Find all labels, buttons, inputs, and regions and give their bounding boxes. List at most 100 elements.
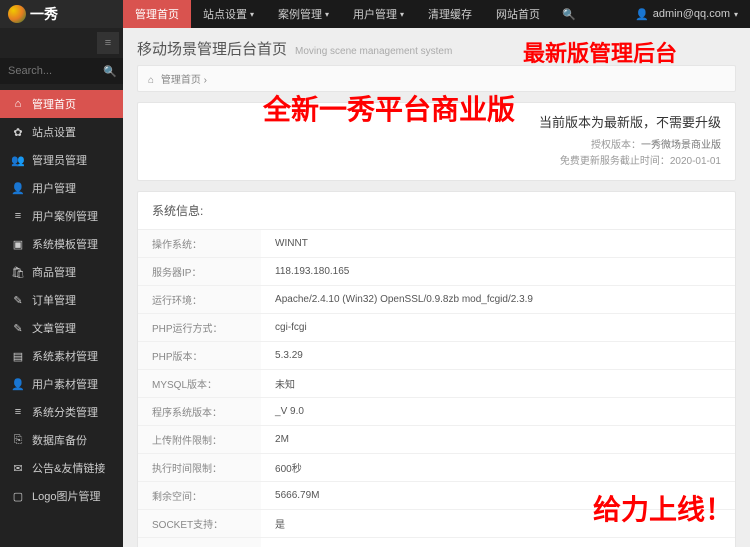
sidebar-item[interactable]: ✎ 文章管理 <box>0 314 123 342</box>
info-value: 是 <box>261 509 735 537</box>
sidebar-item[interactable]: ✎ 订单管理 <box>0 286 123 314</box>
menu-icon: ✉ <box>10 462 26 475</box>
info-key: 操作系统： <box>138 230 261 258</box>
sysinfo-panel: 系统信息: 操作系统：WINNT服务器IP：118.193.180.165运行环… <box>137 191 736 547</box>
sidebar-item[interactable]: ≡系统分类管理 <box>0 398 123 426</box>
info-value: WINNT <box>261 230 735 258</box>
table-row: 服务器IP：118.193.180.165 <box>138 257 735 285</box>
info-value: 600秒 <box>261 453 735 481</box>
topnav-item[interactable]: 清理缓存 <box>416 0 484 28</box>
menu-icon: ▤ <box>10 350 26 363</box>
breadcrumb-text: 管理首页 › <box>161 75 207 86</box>
menu-label: 站点设置 <box>32 124 76 140</box>
user-menu[interactable]: 👤 admin@qq.com ▾ <box>635 8 750 21</box>
topnav-item[interactable]: 管理首页 <box>123 0 191 28</box>
sidebar-item[interactable]: ▣ 系统模板管理 <box>0 230 123 258</box>
table-row: SOCKET支持：是 <box>138 509 735 537</box>
info-key: 运行环境： <box>138 285 261 313</box>
menu-icon: ▣ <box>10 238 26 251</box>
info-key: SOCKET支持： <box>138 509 261 537</box>
info-key: ZLIB： <box>138 537 261 547</box>
collapse-button[interactable]: ≡ <box>97 32 119 54</box>
table-row: MYSQL版本：未知 <box>138 369 735 397</box>
page-title: 移动场景管理后台首页 <box>137 38 287 59</box>
info-key: 程序系统版本： <box>138 397 261 425</box>
menu-label: 系统素材管理 <box>32 348 98 364</box>
top-bar: 一秀 管理首页站点设置▾案例管理▾用户管理▾清理缓存网站首页 🔍 👤 admin… <box>0 0 750 28</box>
menu-icon: ✎ <box>10 322 26 335</box>
table-row: 上传附件限制：2M <box>138 425 735 453</box>
search-button[interactable]: 🔍 <box>97 65 123 78</box>
table-row: 执行时间限制：600秒 <box>138 453 735 481</box>
search-input[interactable] <box>0 65 97 77</box>
info-key: 剩余空间： <box>138 481 261 509</box>
sidebar-item[interactable]: ▢Logo图片管理 <box>0 482 123 510</box>
topnav-item[interactable]: 站点设置▾ <box>191 0 266 28</box>
info-value: 是 <box>261 537 735 547</box>
version-panel: 当前版本为最新版，不需要升级 授权版本：一秀微场景商业版 免费更新服务截止时间：… <box>137 102 736 181</box>
info-key: 执行时间限制： <box>138 453 261 481</box>
chevron-down-icon: ▾ <box>400 10 404 19</box>
table-row: 剩余空间：5666.79M <box>138 481 735 509</box>
menu-icon: ✿ <box>10 126 26 139</box>
sidebar-menu: ⌂管理首页✿站点设置👥管理员管理👤用户管理≡用户案例管理▣系统模板管理🛍商品管理… <box>0 90 123 510</box>
info-key: 服务器IP： <box>138 257 261 285</box>
menu-label: 用户案例管理 <box>32 208 98 224</box>
menu-label: 用户素材管理 <box>32 376 98 392</box>
breadcrumb: ⌂ 管理首页 › <box>137 65 736 92</box>
topnav-item[interactable]: 网站首页 <box>484 0 552 28</box>
chevron-down-icon: ▾ <box>325 10 329 19</box>
table-row: 程序系统版本：_V 9.0 <box>138 397 735 425</box>
sidebar: ≡ 🔍 ⌂管理首页✿站点设置👥管理员管理👤用户管理≡用户案例管理▣系统模板管理🛍… <box>0 28 123 547</box>
sidebar-item[interactable]: ≡用户案例管理 <box>0 202 123 230</box>
sidebar-item[interactable]: ⎘数据库备份 <box>0 426 123 454</box>
sysinfo-title: 系统信息: <box>138 192 735 230</box>
sidebar-item[interactable]: 👥管理员管理 <box>0 146 123 174</box>
info-value: _V 9.0 <box>261 397 735 425</box>
info-value: Apache/2.4.10 (Win32) OpenSSL/0.9.8zb mo… <box>261 285 735 313</box>
info-value: 5666.79M <box>261 481 735 509</box>
page-subtitle: Moving scene management system <box>295 46 452 57</box>
sidebar-search: 🔍 <box>0 58 123 84</box>
sidebar-item[interactable]: 👤 用户素材管理 <box>0 370 123 398</box>
menu-label: 订单管理 <box>32 292 76 308</box>
sidebar-item[interactable]: ▤ 系统素材管理 <box>0 342 123 370</box>
table-row: PHP版本：5.3.29 <box>138 341 735 369</box>
menu-label: 系统分类管理 <box>32 404 98 420</box>
user-icon: 👤 <box>635 8 649 21</box>
topnav-item[interactable]: 案例管理▾ <box>266 0 341 28</box>
info-value: 未知 <box>261 369 735 397</box>
chevron-down-icon: ▾ <box>250 10 254 19</box>
top-nav: 管理首页站点设置▾案例管理▾用户管理▾清理缓存网站首页 <box>123 0 552 28</box>
user-email: admin@qq.com <box>653 8 730 20</box>
table-row: PHP运行方式：cgi-fcgi <box>138 313 735 341</box>
search-icon[interactable]: 🔍 <box>552 8 586 21</box>
info-key: MYSQL版本： <box>138 369 261 397</box>
menu-icon: ✎ <box>10 294 26 307</box>
table-row: ZLIB：是 <box>138 537 735 547</box>
menu-label: 管理员管理 <box>32 152 87 168</box>
sysinfo-table: 操作系统：WINNT服务器IP：118.193.180.165运行环境：Apac… <box>138 230 735 547</box>
sidebar-item[interactable]: ⌂管理首页 <box>0 90 123 118</box>
sidebar-item[interactable]: ✿ 站点设置 <box>0 118 123 146</box>
menu-label: 公告&友情链接 <box>32 460 105 476</box>
sidebar-item[interactable]: ✉ 公告&友情链接 <box>0 454 123 482</box>
version-status: 当前版本为最新版，不需要升级 <box>539 113 721 134</box>
menu-label: 数据库备份 <box>32 432 87 448</box>
menu-icon: 👤 <box>10 378 26 391</box>
logo-icon <box>8 5 26 23</box>
sidebar-item[interactable]: 👤用户管理 <box>0 174 123 202</box>
menu-label: 系统模板管理 <box>32 236 98 252</box>
version-expire: 免费更新服务截止时间：2020-01-01 <box>539 154 721 170</box>
menu-label: 用户管理 <box>32 180 76 196</box>
sidebar-item[interactable]: 🛍商品管理 <box>0 258 123 286</box>
menu-label: 文章管理 <box>32 320 76 336</box>
menu-icon: ⌂ <box>10 98 26 110</box>
page-header: 移动场景管理后台首页 Moving scene management syste… <box>123 28 750 65</box>
info-key: PHP版本： <box>138 341 261 369</box>
topnav-item[interactable]: 用户管理▾ <box>341 0 416 28</box>
menu-label: Logo图片管理 <box>32 488 100 504</box>
table-row: 运行环境：Apache/2.4.10 (Win32) OpenSSL/0.9.8… <box>138 285 735 313</box>
menu-label: 商品管理 <box>32 264 76 280</box>
logo[interactable]: 一秀 <box>0 0 123 28</box>
